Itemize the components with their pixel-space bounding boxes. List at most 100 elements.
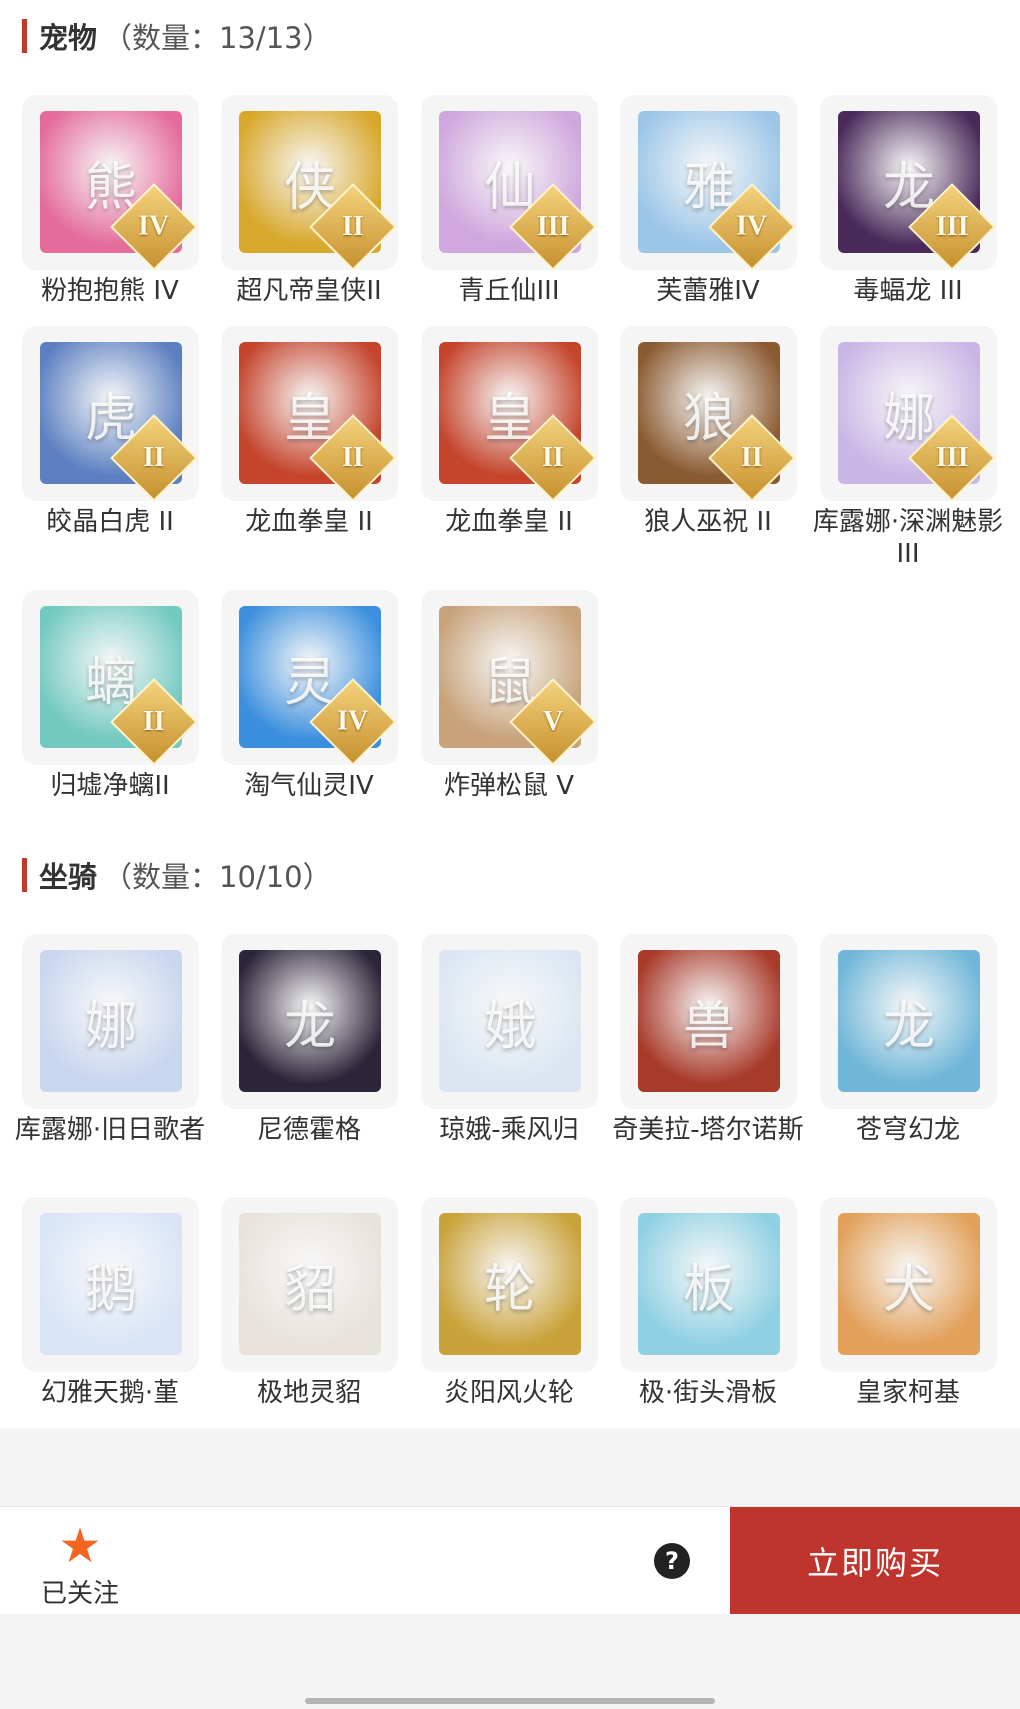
- rank-label: II: [342, 441, 364, 473]
- mount-thumbnail: 轮: [421, 1197, 598, 1372]
- mount-thumbnail: 貂: [221, 1197, 398, 1372]
- rank-label: III: [935, 441, 969, 473]
- pet-thumbnail: 熊 IV: [22, 95, 199, 270]
- pet-thumbnail: 皇 II: [421, 326, 598, 501]
- section-accent-bar: [22, 19, 27, 53]
- mount-thumbnail: 板: [620, 1197, 797, 1372]
- pet-name: 库露娜·深渊魅影III: [812, 507, 1004, 569]
- pet-thumbnail: 娜 III: [820, 326, 997, 501]
- character-art-glyph: 娥: [483, 997, 536, 1057]
- mount-card[interactable]: 鹅幻雅天鹅·堇: [0, 1197, 200, 1422]
- pet-name: 粉抱抱熊 IV: [41, 276, 179, 306]
- pet-card[interactable]: 侠 II 超凡帝皇侠II: [199, 95, 399, 325]
- pet-thumbnail: 仙 III: [421, 95, 598, 270]
- character-art: 兽: [638, 950, 780, 1092]
- bottom-action-bar: ★ 已关注 ? 立即购买: [0, 1506, 1020, 1615]
- character-art-glyph: 兽: [682, 997, 735, 1057]
- character-art-glyph: 犬: [882, 1260, 935, 1320]
- rank-label: IV: [736, 211, 768, 242]
- pet-name: 归墟净螭II: [50, 771, 170, 801]
- rank-label: II: [342, 210, 364, 242]
- pet-card[interactable]: 仙 III 青丘仙III: [399, 95, 599, 325]
- system-bottom-area: [0, 1614, 1020, 1709]
- pet-thumbnail: 虎 II: [22, 326, 199, 501]
- pet-thumbnail: 鼠V: [421, 590, 598, 765]
- mount-card[interactable]: 板极·街头滑板: [598, 1197, 798, 1422]
- rank-label: V: [542, 705, 564, 737]
- character-art: 娜: [40, 950, 182, 1092]
- mount-name: 炎阳风火轮: [443, 1378, 574, 1408]
- mount-name: 极·街头滑板: [638, 1378, 778, 1408]
- rank-label: IV: [337, 706, 369, 737]
- character-art: 犬: [838, 1213, 980, 1355]
- pet-card[interactable]: 鼠 V 炸弹松鼠 V: [399, 590, 599, 815]
- mount-name: 极地灵貂: [256, 1378, 361, 1408]
- pet-name: 淘气仙灵IV: [244, 771, 374, 801]
- pet-name: 皎晶白虎 II: [46, 507, 174, 537]
- mount-name: 幻雅天鹅·堇: [40, 1378, 180, 1408]
- pet-name: 芙蕾雅IV: [656, 276, 760, 306]
- mount-thumbnail: 娥: [421, 934, 598, 1109]
- mount-card[interactable]: 娥琼娥-乘风归: [399, 934, 599, 1196]
- mount-name: 库露娜·旧日歌者: [14, 1115, 206, 1145]
- follow-label: 已关注: [40, 1579, 119, 1609]
- pet-thumbnail: 雅 IV: [620, 95, 797, 270]
- pet-card[interactable]: 熊 IV 粉抱抱熊 IV: [0, 95, 200, 325]
- pet-card[interactable]: 雅 IV 芙蕾雅IV: [598, 95, 798, 325]
- mount-card[interactable]: 龙尼德霍格: [199, 934, 399, 1196]
- follow-button[interactable]: ★ 已关注: [30, 1521, 130, 1610]
- content-footer-spacer: [0, 1428, 1020, 1506]
- pet-name: 青丘仙III: [458, 276, 560, 306]
- mounts-count: （数量：10/10）: [103, 860, 332, 894]
- mount-card[interactable]: 兽奇美拉-塔尔诺斯: [598, 934, 804, 1196]
- pet-name: 龙血拳皇 II: [245, 507, 373, 537]
- pet-card[interactable]: 螭 II 归墟净螭II: [0, 590, 200, 815]
- pet-card[interactable]: 虎 II 皎晶白虎 II: [0, 326, 200, 588]
- mount-card[interactable]: 犬皇家柯基: [798, 1197, 998, 1422]
- rank-label: III: [935, 210, 969, 242]
- rank-label: II: [741, 441, 763, 473]
- character-art-glyph: 龙: [283, 997, 336, 1057]
- character-art-glyph: 板: [682, 1260, 735, 1320]
- character-art: 龙: [239, 950, 381, 1092]
- pet-thumbnail: 侠 II: [221, 95, 398, 270]
- pet-card[interactable]: 龙 III 毒蝠龙 III: [798, 95, 998, 325]
- character-art: 轮: [439, 1213, 581, 1355]
- mount-thumbnail: 犬: [820, 1197, 997, 1372]
- character-art-glyph: 龙: [882, 997, 935, 1057]
- mount-card[interactable]: 娜库露娜·旧日歌者: [0, 934, 205, 1196]
- home-indicator[interactable]: [305, 1698, 715, 1704]
- rank-label: II: [542, 441, 564, 473]
- pet-card[interactable]: 灵 IV 淘气仙灵IV: [199, 590, 399, 815]
- section-accent-bar: [22, 858, 27, 892]
- pets-section-header: 宠物 （数量：13/13）: [22, 16, 332, 56]
- pet-card[interactable]: 娜 III 库露娜·深渊魅影III: [798, 326, 1003, 588]
- mount-name: 皇家柯基: [855, 1378, 960, 1408]
- mount-thumbnail: 龙: [820, 934, 997, 1109]
- character-art-glyph: 轮: [483, 1260, 536, 1320]
- character-art-glyph: 貂: [283, 1260, 336, 1320]
- mounts-section-header: 坐骑 （数量：10/10）: [22, 855, 332, 895]
- pet-card[interactable]: 狼 II 狼人巫祝 II: [598, 326, 798, 588]
- pet-card[interactable]: 皇 II 龙血拳皇 II: [199, 326, 399, 588]
- character-art: 娥: [439, 950, 581, 1092]
- rank-label: II: [143, 705, 165, 737]
- mount-name: 琼娥-乘风归: [439, 1115, 579, 1145]
- pet-name: 龙血拳皇 II: [445, 507, 573, 537]
- mount-card[interactable]: 貂极地灵貂: [199, 1197, 399, 1422]
- mount-card[interactable]: 龙苍穹幻龙: [798, 934, 998, 1196]
- mount-card[interactable]: 轮炎阳风火轮: [399, 1197, 599, 1422]
- help-icon[interactable]: ?: [654, 1543, 690, 1579]
- character-art: 鹅: [40, 1213, 182, 1355]
- character-art-glyph: 鹅: [84, 1260, 137, 1320]
- mount-thumbnail: 龙: [221, 934, 398, 1109]
- pet-thumbnail: 龙 III: [820, 95, 997, 270]
- pet-thumbnail: 狼 II: [620, 326, 797, 501]
- pets-count: （数量：13/13）: [103, 21, 332, 55]
- pet-card[interactable]: 皇 II 龙血拳皇 II: [399, 326, 599, 588]
- mount-name: 尼德霍格: [256, 1115, 361, 1145]
- pet-thumbnail: 皇 II: [221, 326, 398, 501]
- rank-label: IV: [138, 211, 170, 242]
- mount-thumbnail: 兽: [620, 934, 797, 1109]
- buy-now-button[interactable]: 立即购买: [730, 1507, 1020, 1615]
